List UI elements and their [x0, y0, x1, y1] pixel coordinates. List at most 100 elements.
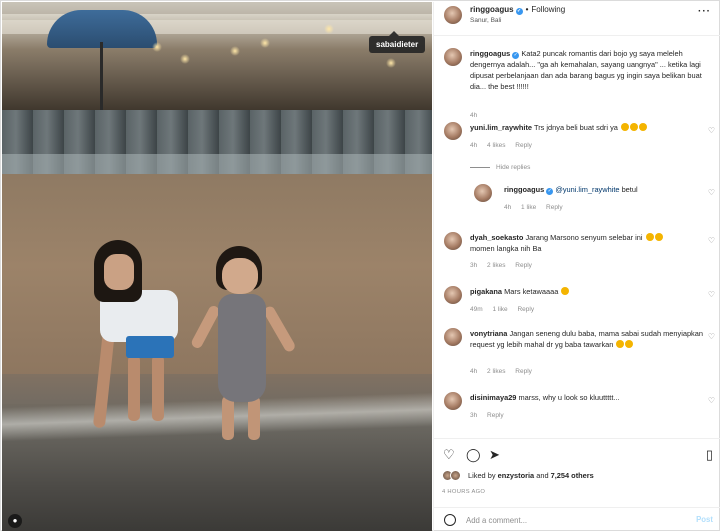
comment-likes[interactable]: 1 like	[492, 306, 507, 313]
reply-likes[interactable]: 1 like	[521, 204, 536, 211]
child-face	[222, 258, 258, 294]
avatar[interactable]	[444, 6, 462, 24]
comment-text: vonytriana Jangan seneng dulu baba, mama…	[470, 328, 704, 350]
comment-text: yuni.lim_raywhite Trs jdnya beli buat sd…	[470, 122, 704, 133]
hide-replies-button[interactable]: Hide replies	[470, 164, 530, 171]
emoji-icon	[638, 123, 647, 131]
comment-likes[interactable]: 4 likes	[487, 142, 505, 149]
comment-body: Mars ketawaaaa	[504, 287, 559, 296]
emoji-icon	[629, 123, 638, 131]
emoji-picker-icon[interactable]	[444, 514, 456, 526]
comment-time: 3h	[470, 412, 478, 419]
caption-text: ringgoagus ✓ Kata2 puncak romantis dari b…	[470, 48, 704, 92]
caption-username[interactable]: ringgoagus	[470, 49, 510, 58]
reply-button[interactable]: Reply	[515, 368, 532, 375]
following-button[interactable]: Following	[531, 5, 565, 14]
comments-list[interactable]: ringgoagus ✓ Kata2 puncak romantis dari b…	[434, 36, 720, 436]
save-bookmark-icon[interactable]: ▯	[706, 447, 713, 463]
child-leg	[128, 355, 140, 421]
comment-time: 4h	[470, 368, 478, 375]
photo-wall-cap	[2, 154, 432, 174]
comment-username[interactable]: disinimaya29	[470, 393, 516, 402]
comment-username[interactable]: yuni.lim_raywhite	[470, 123, 532, 132]
likes-row: Liked by enzystoria and 7,254 others	[442, 470, 712, 484]
comment-body: marss, why u look so kluuttttt...	[518, 393, 620, 402]
reply-mention[interactable]: @yuni.lim_raywhite	[555, 185, 619, 194]
avatar[interactable]	[444, 122, 462, 140]
avatar[interactable]	[444, 328, 462, 346]
header-location[interactable]: Sanur, Bali	[470, 17, 501, 24]
avatar[interactable]	[444, 392, 462, 410]
post-actions-bar: ♡ ◯ ➤ ▯	[434, 438, 720, 468]
comment-body: Jarang Marsono senyum selebar ini	[525, 233, 643, 242]
caption-meta: 4h	[470, 112, 485, 119]
post-header: ringgoagus ✓ • Following Sanur, Bali ···	[434, 2, 720, 36]
photo-user-tag[interactable]: sabaidieter	[369, 31, 426, 53]
emoji-icon	[645, 233, 654, 241]
photo-light	[386, 58, 396, 68]
comment-time: 3h	[470, 262, 478, 269]
avatar[interactable]	[444, 286, 462, 304]
avatar[interactable]	[474, 184, 492, 202]
verified-badge-icon: ✓	[546, 188, 554, 195]
emoji-icon	[561, 287, 570, 295]
verified-badge-icon: ✓	[512, 52, 520, 59]
reply-meta: 4h 1 like Reply	[504, 204, 571, 211]
header-username[interactable]: ringgoagus	[470, 5, 514, 14]
comment-meta: 49m 1 like Reply	[470, 306, 542, 313]
post-time[interactable]: 4 HOURS AGO	[442, 489, 485, 495]
comment-meta: 4h 4 likes Reply	[470, 142, 540, 149]
photo-light	[152, 42, 162, 52]
post-comment-button[interactable]: Post	[696, 515, 713, 524]
likes-others[interactable]: 7,254 others	[551, 471, 594, 480]
comment-username[interactable]: pigakana	[470, 287, 502, 296]
avatar[interactable]	[444, 232, 462, 250]
like-comment-heart-icon[interactable]: ♡	[708, 396, 715, 405]
liked-by-avatars[interactable]	[442, 470, 464, 482]
comment-text: pigakana Mars ketawaaaa	[470, 286, 704, 297]
reply-button[interactable]: Reply	[515, 142, 532, 149]
add-comment-bar: Post	[434, 507, 720, 531]
post-side-panel: ringgoagus ✓ • Following Sanur, Bali ··· ri…	[433, 2, 720, 531]
liked-by-user[interactable]: enzystoria	[498, 471, 535, 480]
comment-username[interactable]: vonytriana	[470, 329, 507, 338]
comment-likes[interactable]: 2 likes	[487, 368, 505, 375]
emoji-icon	[616, 340, 625, 348]
reply-button[interactable]: Reply	[546, 204, 563, 211]
reply-username[interactable]: ringgoagus	[504, 185, 544, 194]
user-tag-icon[interactable]: ●	[8, 514, 22, 528]
like-comment-heart-icon[interactable]: ♡	[708, 290, 715, 299]
comment-time: 4h	[470, 142, 478, 149]
comment-meta: 4h 2 likes Reply	[470, 368, 540, 375]
like-comment-heart-icon[interactable]: ♡	[708, 188, 715, 197]
like-comment-heart-icon[interactable]: ♡	[708, 126, 715, 135]
post-frame: sabaidieter ● ringgoagus ✓ • Following Sanu…	[0, 0, 720, 531]
caption-time: 4h	[470, 112, 478, 119]
child-leg	[222, 396, 234, 440]
reply-button[interactable]: Reply	[515, 262, 532, 269]
child-leg	[248, 396, 260, 440]
comment-username[interactable]: dyah_soekasto	[470, 233, 523, 242]
like-heart-icon[interactable]: ♡	[443, 447, 455, 463]
reply-button[interactable]: Reply	[517, 306, 534, 313]
separator-dot: •	[525, 5, 529, 14]
comment-bubble-icon[interactable]: ◯	[466, 447, 481, 463]
comment-meta: 3h Reply	[470, 412, 512, 419]
more-options-icon[interactable]: ···	[698, 6, 711, 17]
reply-body: betul	[621, 185, 638, 194]
photo-light	[324, 24, 334, 34]
like-comment-heart-icon[interactable]: ♡	[708, 332, 715, 341]
header-username-row: ringgoagus ✓ • Following	[470, 5, 565, 15]
comment-input[interactable]	[466, 512, 681, 528]
photo-child-left	[90, 240, 190, 435]
post-photo[interactable]: sabaidieter ●	[2, 2, 432, 531]
comment-likes[interactable]: 2 likes	[487, 262, 505, 269]
emoji-icon	[620, 123, 629, 131]
child-leg	[152, 355, 164, 421]
like-comment-heart-icon[interactable]: ♡	[708, 236, 715, 245]
avatar	[450, 470, 461, 481]
reply-button[interactable]: Reply	[487, 412, 504, 419]
share-send-icon[interactable]: ➤	[489, 447, 500, 463]
avatar[interactable]	[444, 48, 462, 66]
comment-meta: 3h 2 likes Reply	[470, 262, 540, 269]
